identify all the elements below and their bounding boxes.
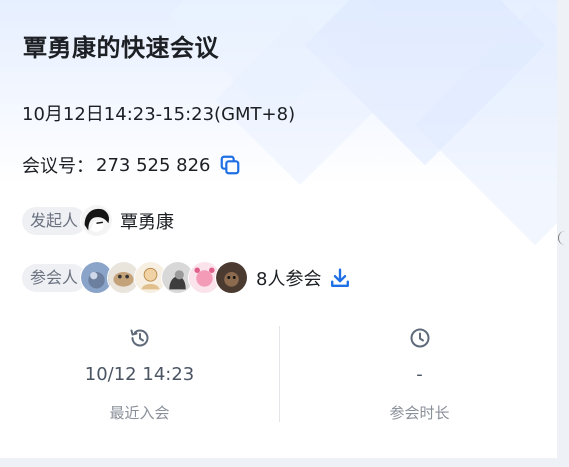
organizer-row: 发起人 覃勇康 <box>22 204 174 238</box>
attendee-tag: 参会人 <box>22 264 87 292</box>
meeting-title: 覃勇康的快速会议 <box>23 34 219 62</box>
last-join-value: 10/12 14:23 <box>84 364 195 385</box>
clock-icon <box>410 328 429 348</box>
attendee-count: 8人参会 <box>256 269 322 290</box>
organizer-avatar[interactable] <box>80 204 115 238</box>
meeting-id-value: 273 525 826 <box>96 154 211 176</box>
meeting-stats: 10/12 14:23 最近入会 - 参会时长 <box>0 322 557 422</box>
history-icon <box>130 329 148 347</box>
copy-icon[interactable] <box>219 154 241 176</box>
duration-stat: - 参会时长 <box>280 322 557 423</box>
last-join-stat: 10/12 14:23 最近入会 <box>0 322 279 423</box>
meeting-id-label: 会议号： <box>22 156 94 177</box>
organizer-name: 覃勇康 <box>120 212 175 233</box>
attendee-row: 参会人 8人参会 <box>22 261 351 295</box>
window-edge-handle <box>557 225 569 255</box>
meeting-id-row: 会议号： 273 525 826 <box>22 152 241 178</box>
organizer-tag: 发起人 <box>22 207 87 235</box>
attendee-avatar <box>215 261 250 295</box>
duration-label: 参会时长 <box>389 404 450 422</box>
meeting-detail-card: 覃勇康的快速会议 10月12日14:23-15:23(GMT+8) 会议号： 2… <box>0 0 557 458</box>
duration-value: - <box>416 364 423 385</box>
last-join-label: 最近入会 <box>109 404 170 422</box>
meeting-time: 10月12日14:23-15:23(GMT+8) <box>22 104 296 125</box>
attendee-avatar-list[interactable] <box>80 261 250 295</box>
download-icon[interactable] <box>329 267 351 289</box>
